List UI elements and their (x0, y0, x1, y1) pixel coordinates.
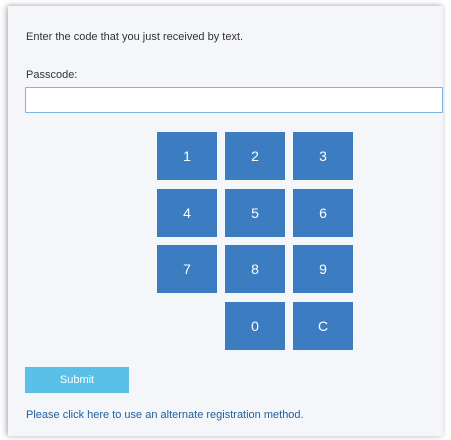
keypad-key-5[interactable]: 5 (225, 189, 285, 237)
instructions-text: Enter the code that you just received by… (26, 31, 244, 43)
keypad-key-7[interactable]: 7 (157, 245, 217, 293)
keypad-key-8[interactable]: 8 (225, 245, 285, 293)
passcode-label: Passcode: (26, 69, 78, 81)
alternate-registration-link[interactable]: Please click here to use an alternate re… (26, 409, 304, 421)
keypad-key-2[interactable]: 2 (225, 132, 285, 180)
keypad-key-1[interactable]: 1 (157, 132, 217, 180)
keypad-key-4[interactable]: 4 (157, 189, 217, 237)
passcode-panel: Enter the code that you just received by… (8, 6, 443, 436)
keypad-key-3[interactable]: 3 (293, 132, 353, 180)
passcode-input[interactable] (25, 87, 443, 113)
submit-button[interactable]: Submit (25, 367, 129, 393)
keypad-key-clear[interactable]: C (293, 302, 353, 350)
keypad-key-0[interactable]: 0 (225, 302, 285, 350)
keypad-key-9[interactable]: 9 (293, 245, 353, 293)
keypad-key-6[interactable]: 6 (293, 189, 353, 237)
